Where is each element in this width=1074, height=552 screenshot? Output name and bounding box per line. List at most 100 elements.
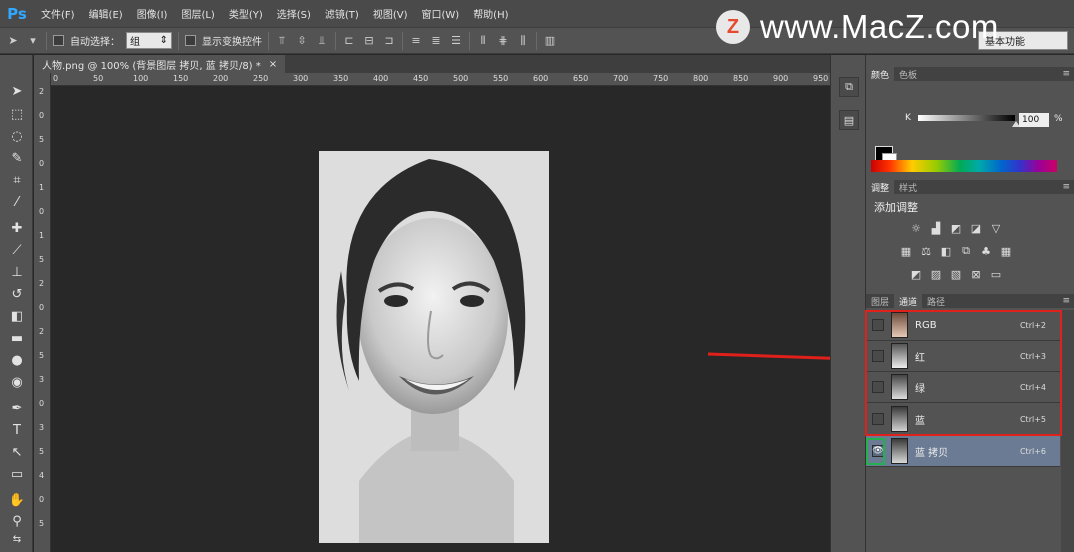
stamp-tool-icon[interactable]: ⊥ — [6, 262, 28, 282]
distribute-top-icon[interactable]: ≡ — [409, 34, 423, 48]
channels-scrollbar[interactable] — [1061, 310, 1074, 552]
posterize-icon[interactable]: ▨ — [928, 268, 944, 281]
color-balance-icon[interactable]: ⚖ — [918, 245, 934, 258]
ruler-tick-label: 5 — [39, 447, 45, 456]
ruler-tick-label: 0 — [53, 74, 59, 83]
zoom-tool-icon[interactable]: ⚲ — [6, 511, 28, 531]
k-slider-track[interactable] — [918, 115, 1015, 121]
auto-align-icon[interactable]: ▥ — [543, 34, 557, 48]
align-hcenter-icon[interactable]: ⊟ — [362, 34, 376, 48]
levels-icon[interactable]: ▟ — [928, 222, 944, 235]
photo-filter-icon[interactable]: ⧉ — [958, 244, 974, 257]
menu-image[interactable]: 图像(I) — [130, 6, 175, 21]
swap-colors-icon[interactable]: ⇆ — [6, 529, 28, 549]
menu-file[interactable]: 文件(F) — [34, 6, 82, 21]
align-top-icon[interactable]: ⫪ — [275, 34, 289, 48]
eyedropper-tool-icon[interactable]: ⁄ — [6, 192, 28, 212]
ruler-tick-label: 2 — [39, 279, 45, 288]
auto-select-checkbox[interactable] — [53, 35, 64, 46]
black-white-icon[interactable]: ◧ — [938, 245, 954, 258]
history-brush-icon[interactable]: ↺ — [6, 284, 28, 304]
curves-icon[interactable]: ◩ — [948, 222, 964, 235]
menu-help[interactable]: 帮助(H) — [466, 6, 515, 21]
hand-tool-icon[interactable]: ✋ — [6, 490, 28, 510]
shape-tool-icon[interactable]: ▭ — [6, 464, 28, 484]
distribute-hcenter-icon[interactable]: ⋕ — [496, 34, 510, 48]
auto-select-label: 自动选择： — [70, 37, 120, 48]
history-panel-icon[interactable]: ⧉ — [839, 77, 859, 97]
lasso-tool-icon[interactable]: ◌ — [6, 126, 28, 146]
align-vcenter-icon[interactable]: ⇳ — [295, 34, 309, 48]
red-highlight-box — [865, 310, 1062, 436]
channel-shortcut: Ctrl+6 — [1019, 446, 1046, 456]
panel-menu-icon[interactable]: ≡ — [1062, 296, 1070, 306]
adjust-panel-tabs: 调整 样式 ≡ — [866, 180, 1074, 194]
tab-layers[interactable]: 图层 — [866, 294, 894, 308]
ruler-tick-label: 150 — [173, 74, 189, 83]
menu-filter[interactable]: 滤镜(T) — [318, 6, 366, 21]
healing-tool-icon[interactable]: ✚ — [6, 218, 28, 238]
align-left-icon[interactable]: ⊏ — [342, 34, 356, 48]
document-tabs: 人物.png @ 100% (背景图层 拷贝, 蓝 拷贝/8) * × — [34, 55, 830, 73]
threshold-icon[interactable]: ▧ — [948, 268, 964, 281]
menu-view[interactable]: 视图(V) — [366, 6, 415, 21]
menu-select[interactable]: 选择(S) — [270, 6, 318, 21]
show-transform-checkbox[interactable] — [185, 35, 196, 46]
tab-styles[interactable]: 样式 — [894, 180, 922, 194]
color-panel-tabs: 颜色 色板 ≡ — [866, 67, 1074, 81]
tab-adjustments[interactable]: 调整 — [866, 180, 895, 194]
chevron-down-icon[interactable]: ▾ — [26, 34, 40, 48]
marquee-tool-icon[interactable]: ⬚ — [6, 104, 28, 124]
menu-type[interactable]: 类型(Y) — [222, 6, 270, 21]
ruler-tick-label: 5 — [39, 519, 45, 528]
chevron-updown-icon: ⇕ — [159, 35, 168, 46]
document-tab[interactable]: 人物.png @ 100% (背景图层 拷贝, 蓝 拷贝/8) * × — [34, 55, 286, 73]
align-right-icon[interactable]: ⊐ — [382, 34, 396, 48]
brush-tool-icon[interactable]: ⟋ — [6, 240, 28, 260]
exposure-icon[interactable]: ◪ — [968, 222, 984, 235]
gradient-map-icon[interactable]: ▭ — [988, 268, 1004, 281]
path-select-icon[interactable]: ↖ — [6, 442, 28, 462]
move-tool-icon[interactable]: ➤ — [6, 81, 28, 101]
properties-panel-icon[interactable]: ▤ — [839, 110, 859, 130]
tab-paths[interactable]: 路径 — [922, 294, 950, 308]
distribute-bottom-icon[interactable]: ☰ — [449, 34, 463, 48]
close-icon[interactable]: × — [269, 59, 277, 70]
invert-icon[interactable]: ◩ — [908, 268, 924, 281]
horizontal-ruler: 0 50 100 150 200 250 300 350 400 450 500 550 600 650 7… — [51, 73, 830, 86]
dodge-tool-icon[interactable]: ◉ — [6, 372, 28, 392]
type-tool-icon[interactable]: T — [6, 420, 28, 440]
gradient-tool-icon[interactable]: ▬ — [6, 328, 28, 348]
menu-edit[interactable]: 编辑(E) — [82, 6, 130, 21]
channel-row-blue-copy[interactable]: 👁 蓝 拷贝 Ctrl+6 — [866, 436, 1060, 467]
color-spectrum[interactable] — [871, 160, 1057, 172]
move-tool-icon[interactable]: ➤ — [6, 34, 20, 48]
brightness-icon[interactable]: ☼ — [908, 222, 924, 235]
tab-channels[interactable]: 通道 — [894, 294, 923, 308]
tab-color[interactable]: 颜色 — [866, 67, 895, 81]
panel-menu-icon[interactable]: ≡ — [1062, 69, 1070, 79]
menu-window[interactable]: 窗口(W) — [414, 6, 466, 21]
quick-select-tool-icon[interactable]: ✎ — [6, 148, 28, 168]
hue-saturation-icon[interactable]: ▦ — [898, 245, 914, 258]
distribute-right-icon[interactable]: ⫼ — [516, 34, 530, 48]
ruler-tick-label: 950 — [813, 74, 829, 83]
color-lookup-icon[interactable]: ▦ — [998, 245, 1014, 258]
k-value-input[interactable]: 100 — [1019, 113, 1049, 127]
auto-select-dropdown[interactable]: 组 ⇕ — [126, 32, 172, 49]
blur-tool-icon[interactable]: ● — [6, 350, 28, 370]
watermark-logo: Z — [716, 10, 750, 44]
distribute-vcenter-icon[interactable]: ≣ — [429, 34, 443, 48]
channel-mixer-icon[interactable]: ♣ — [978, 245, 994, 258]
menu-layer[interactable]: 图层(L) — [174, 6, 221, 21]
vibrance-icon[interactable]: ▽ — [988, 222, 1004, 235]
distribute-left-icon[interactable]: ⦀ — [476, 34, 490, 48]
panel-menu-icon[interactable]: ≡ — [1062, 182, 1070, 192]
pen-tool-icon[interactable]: ✒ — [6, 398, 28, 418]
selective-color-icon[interactable]: ⊠ — [968, 268, 984, 281]
tab-swatches[interactable]: 色板 — [894, 67, 922, 81]
eraser-tool-icon[interactable]: ◧ — [6, 306, 28, 326]
crop-tool-icon[interactable]: ⌗ — [6, 170, 28, 190]
align-bottom-icon[interactable]: ⫫ — [315, 34, 329, 48]
ruler-tick-label: 1 — [39, 231, 45, 240]
